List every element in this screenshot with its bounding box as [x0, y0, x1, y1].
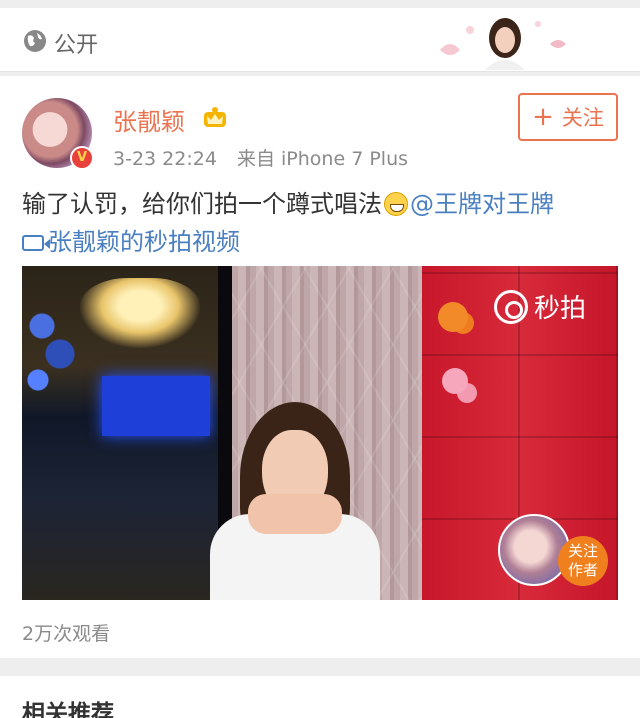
post-text: 输了认罚，给你们拍一个蹲式唱法 @王牌对王牌 [22, 186, 622, 222]
mention-link[interactable]: @王牌对王牌 [410, 190, 554, 218]
chandelier-image [80, 278, 200, 348]
visibility-label: 公开 [54, 33, 99, 58]
decor-balloons-image [22, 306, 82, 396]
pink-balloon-image [442, 368, 468, 394]
post-timestamp: 3-23 22:24 [113, 148, 217, 170]
view-count: 2万次观看 [22, 623, 111, 645]
orange-balloon-image [438, 302, 468, 332]
singer-hands [248, 494, 342, 534]
follow-label: 关注 [561, 106, 604, 130]
visibility-bar: 公开 [0, 8, 640, 72]
miaopai-logo: 秒拍 [494, 288, 586, 325]
video-camera-icon [22, 235, 50, 251]
related-title: 相关推荐 [22, 701, 114, 718]
screen-image [102, 376, 210, 436]
header-decoration-image [440, 18, 566, 70]
source-device: iPhone 7 Plus [281, 148, 409, 170]
post-body: 输了认罚，给你们拍一个蹲式唱法 [22, 190, 382, 218]
source-prefix: 来自 [236, 148, 275, 170]
video-link-label: 张靓颖的秒拍视频 [48, 228, 240, 256]
follow-author-button[interactable]: 关注 作者 [558, 536, 608, 586]
follow-button[interactable]: + 关注 [518, 93, 618, 141]
crown-icon [204, 107, 226, 127]
post-meta: 3-23 22:24 来自 iPhone 7 Plus [113, 144, 408, 171]
miaopai-logo-icon [494, 289, 528, 324]
related-section: 相关推荐 [0, 676, 640, 718]
verified-badge: V [70, 146, 94, 170]
plus-icon: + [532, 102, 554, 132]
globe-icon [24, 30, 46, 52]
miaopai-logo-text: 秒拍 [534, 294, 587, 324]
singer-image [210, 402, 380, 600]
video-background-left [22, 266, 234, 600]
video-player[interactable]: 秒拍 关注 作者 [22, 266, 618, 600]
video-link[interactable]: 张靓颖的秒拍视频 [22, 224, 240, 260]
follow-author-line2: 作者 [567, 561, 598, 579]
follow-author-line1: 关注 [567, 542, 598, 560]
post-card: V 张靓颖 3-23 22:24 来自 iPhone 7 Plus + 关注 输… [0, 76, 640, 658]
author-name[interactable]: 张靓颖 [113, 102, 185, 137]
follow-author-label: 关注 作者 [568, 542, 598, 580]
grin-emoji-icon [384, 192, 408, 216]
